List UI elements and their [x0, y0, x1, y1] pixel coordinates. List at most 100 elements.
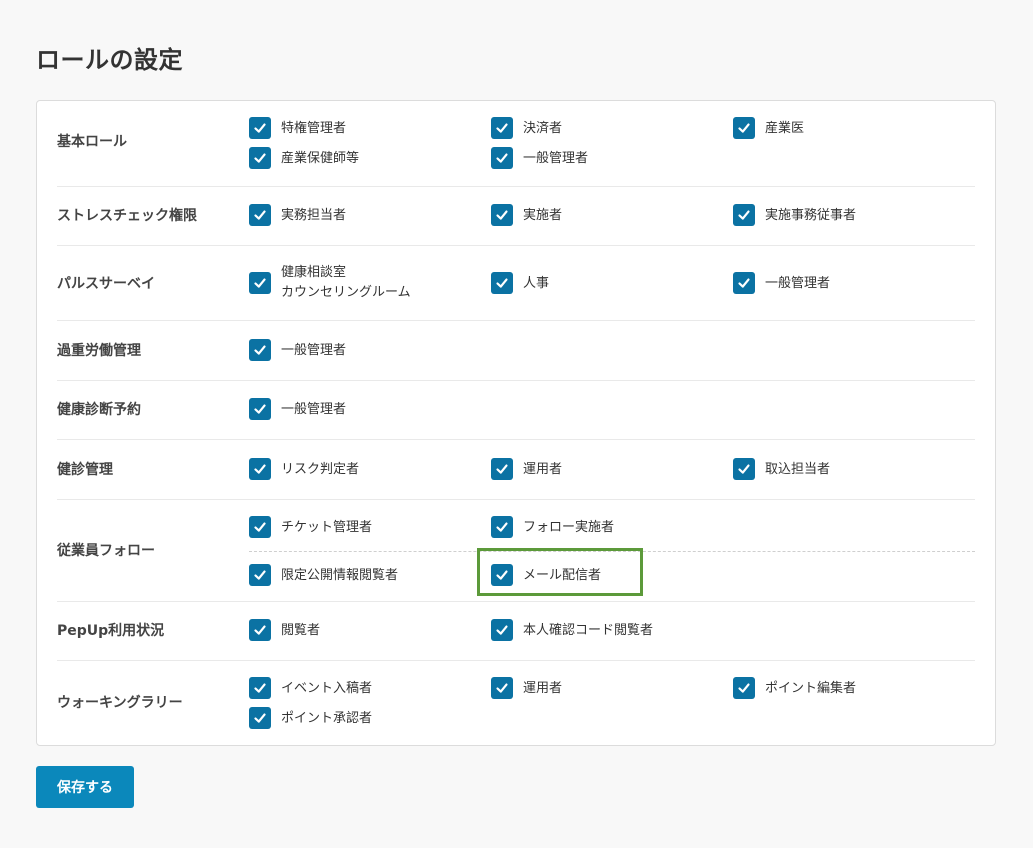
role-row-overwork-management: 過重労働管理 一般管理者: [57, 320, 975, 380]
role-option-point-approver[interactable]: ポイント承認者: [249, 707, 372, 729]
checkbox-checked[interactable]: [491, 516, 513, 538]
role-option-implementation-clerk[interactable]: 実施事務従事者: [733, 204, 856, 226]
option-label: 一般管理者: [281, 401, 347, 417]
option-label: 人事: [523, 275, 550, 291]
checkbox-checked[interactable]: [491, 677, 513, 699]
role-row-employee-follow: 従業員フォロー チケット管理者 フォロー実施者 限定公開情報閲覧者 メール配信者: [57, 499, 975, 601]
role-option-mail-sender[interactable]: メール配信者: [491, 564, 601, 586]
role-option-risk-assessor[interactable]: リスク判定者: [249, 458, 359, 480]
checkbox-checked[interactable]: [733, 677, 755, 699]
check-icon: [738, 123, 750, 133]
role-option-follow-implementer[interactable]: フォロー実施者: [491, 516, 614, 538]
checkbox-checked[interactable]: [491, 147, 513, 169]
checkbox-checked[interactable]: [249, 339, 271, 361]
role-option-import-staff[interactable]: 取込担当者: [733, 458, 830, 480]
option-label-line1: 健康相談室: [281, 265, 347, 280]
checkbox-checked[interactable]: [249, 204, 271, 226]
check-icon: [496, 570, 508, 580]
check-icon: [496, 153, 508, 163]
role-settings-panel: 基本ロール 特権管理者 決済者 産業医 産業保健師等 一般管理者 ストレスチェッ…: [36, 100, 996, 746]
check-icon: [738, 278, 750, 288]
option-label-multiline: 健康相談室 カウンセリングルーム: [281, 263, 411, 303]
checkbox-checked[interactable]: [249, 619, 271, 641]
option-label: ポイント承認者: [281, 710, 373, 726]
checkbox-checked[interactable]: [491, 619, 513, 641]
role-option-restricted-info-viewer[interactable]: 限定公開情報閲覧者: [249, 564, 398, 586]
check-icon: [496, 522, 508, 532]
role-option-ticket-admin[interactable]: チケット管理者: [249, 516, 372, 538]
checkbox-checked[interactable]: [491, 564, 513, 586]
option-label: 一般管理者: [281, 342, 347, 358]
check-icon: [496, 210, 508, 220]
role-row-basic: 基本ロール 特権管理者 決済者 産業医 産業保健師等 一般管理者: [57, 101, 975, 186]
role-option-identity-code-viewer[interactable]: 本人確認コード閲覧者: [491, 619, 653, 641]
role-row-pepup-usage: PepUp利用状況 閲覧者 本人確認コード閲覧者: [57, 601, 975, 660]
checkbox-checked[interactable]: [733, 117, 755, 139]
role-option-hr[interactable]: 人事: [491, 272, 549, 294]
checkbox-checked[interactable]: [733, 272, 755, 294]
option-label: メール配信者: [523, 567, 602, 583]
row-label: パルスサーベイ: [57, 276, 155, 292]
role-option-general-admin[interactable]: 一般管理者: [249, 398, 346, 420]
role-row-stress-check: ストレスチェック権限 実務担当者 実施者 実施事務従事者: [57, 186, 975, 245]
role-row-checkup-management: 健診管理 リスク判定者 運用者 取込担当者: [57, 439, 975, 499]
option-label: 運用者: [523, 680, 563, 696]
checkbox-checked[interactable]: [249, 564, 271, 586]
option-label: イベント入稿者: [281, 680, 373, 696]
option-label: チケット管理者: [281, 519, 373, 535]
role-option-general-admin[interactable]: 一般管理者: [733, 272, 830, 294]
option-label: 実施者: [523, 207, 563, 223]
role-option-approver[interactable]: 決済者: [491, 117, 562, 139]
option-label: 実務担当者: [281, 207, 347, 223]
option-label: 取込担当者: [765, 461, 831, 477]
role-option-operator[interactable]: 運用者: [491, 677, 562, 699]
role-option-operator[interactable]: 運用者: [491, 458, 562, 480]
checkbox-checked[interactable]: [249, 677, 271, 699]
option-label: 産業保健師等: [281, 150, 360, 166]
option-label: 限定公開情報閲覧者: [281, 567, 399, 583]
check-icon: [254, 464, 266, 474]
option-label: 運用者: [523, 461, 563, 477]
check-icon: [254, 625, 266, 635]
role-option-practitioner-staff[interactable]: 実務担当者: [249, 204, 346, 226]
check-icon: [254, 123, 266, 133]
checkbox-checked[interactable]: [491, 117, 513, 139]
role-option-viewer[interactable]: 閲覧者: [249, 619, 320, 641]
checkbox-checked[interactable]: [491, 458, 513, 480]
checkbox-checked[interactable]: [733, 458, 755, 480]
checkbox-checked[interactable]: [249, 458, 271, 480]
role-option-point-editor[interactable]: ポイント編集者: [733, 677, 856, 699]
checkbox-checked[interactable]: [491, 272, 513, 294]
role-option-implementer[interactable]: 実施者: [491, 204, 562, 226]
checkbox-checked[interactable]: [733, 204, 755, 226]
role-row-pulse-survey: パルスサーベイ 健康相談室 カウンセリングルーム 人事 一般管理者: [57, 245, 975, 320]
checkbox-checked[interactable]: [249, 707, 271, 729]
row-label: 健診管理: [57, 462, 113, 478]
checkbox-checked[interactable]: [249, 516, 271, 538]
role-option-privileged-admin[interactable]: 特権管理者: [249, 117, 346, 139]
role-option-counseling-room[interactable]: 健康相談室 カウンセリングルーム: [249, 265, 411, 300]
check-icon: [254, 210, 266, 220]
checkbox-checked[interactable]: [249, 272, 271, 294]
checkbox-checked[interactable]: [249, 117, 271, 139]
role-option-occupational-physician[interactable]: 産業医: [733, 117, 804, 139]
option-label: 閲覧者: [281, 622, 321, 638]
checkbox-checked[interactable]: [491, 204, 513, 226]
check-icon: [254, 404, 266, 414]
checkbox-checked[interactable]: [249, 147, 271, 169]
role-option-event-submitter[interactable]: イベント入稿者: [249, 677, 372, 699]
role-option-general-admin[interactable]: 一般管理者: [249, 339, 346, 361]
check-icon: [254, 345, 266, 355]
option-label: フォロー実施者: [523, 519, 615, 535]
check-icon: [254, 522, 266, 532]
row-label: ストレスチェック権限: [57, 208, 197, 224]
role-option-health-nurse[interactable]: 産業保健師等: [249, 147, 359, 169]
row-label: 過重労働管理: [57, 343, 141, 359]
option-label: リスク判定者: [281, 461, 360, 477]
option-label: 実施事務従事者: [765, 207, 857, 223]
option-label: 産業医: [765, 120, 805, 136]
save-button[interactable]: 保存する: [36, 766, 134, 808]
check-icon: [254, 153, 266, 163]
role-option-general-admin[interactable]: 一般管理者: [491, 147, 588, 169]
checkbox-checked[interactable]: [249, 398, 271, 420]
